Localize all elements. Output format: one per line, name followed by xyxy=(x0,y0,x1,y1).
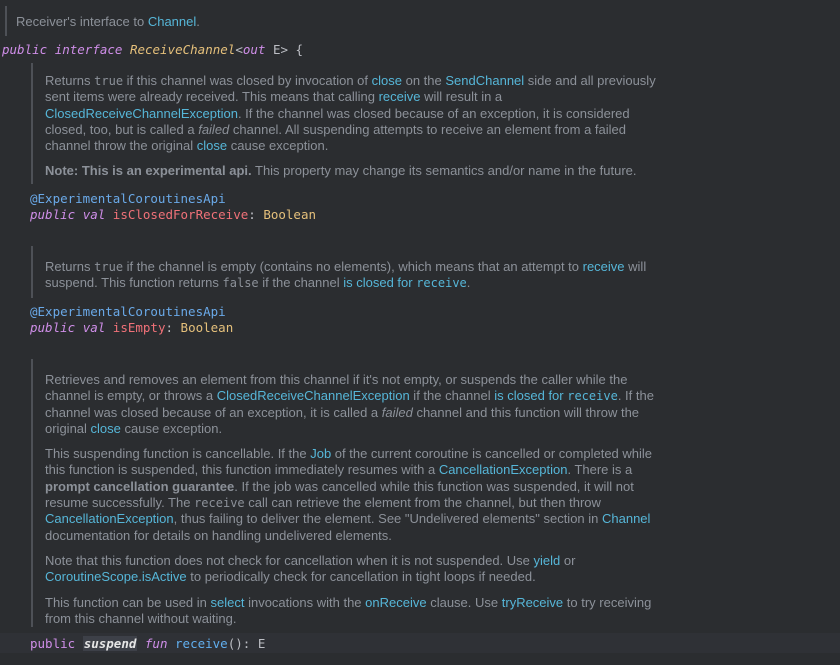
cancellation-exception-link[interactable]: CancellationException xyxy=(439,462,568,477)
receive-link[interactable]: receive xyxy=(583,259,625,274)
close-link[interactable]: close xyxy=(91,421,121,436)
interface-name[interactable]: ReceiveChannel xyxy=(130,42,235,57)
close-link[interactable]: close xyxy=(197,138,227,153)
close-link[interactable]: close xyxy=(372,73,402,88)
coroutine-scope-is-active-link[interactable]: CoroutineScope.isActive xyxy=(45,569,187,584)
channel-link[interactable]: Channel xyxy=(602,511,650,526)
select-link[interactable]: select xyxy=(211,595,245,610)
try-receive-link[interactable]: tryReceive xyxy=(502,595,563,610)
boolean-type[interactable]: Boolean xyxy=(263,207,316,222)
receive-signature: public suspend fun receive(): E xyxy=(30,636,266,651)
receive-function-name[interactable]: receive xyxy=(175,636,228,651)
is-empty-doc: Returns true if the channel is empty (co… xyxy=(31,246,671,298)
is-closed-for-receive-link[interactable]: is closed for receive xyxy=(343,275,467,290)
experimental-annotation[interactable]: @ExperimentalCoroutinesApi xyxy=(30,304,226,319)
is-closed-for-receive-name[interactable]: isClosedForReceive xyxy=(113,207,248,222)
boolean-type[interactable]: Boolean xyxy=(181,320,234,335)
is-empty-signature: @ExperimentalCoroutinesApi public val is… xyxy=(30,304,234,335)
closed-receive-channel-exception-link[interactable]: ClosedReceiveChannelException xyxy=(217,388,410,403)
is-closed-for-receive-signature: @ExperimentalCoroutinesApi public val is… xyxy=(30,191,317,222)
receive-doc: Retrieves and removes an element from th… xyxy=(31,359,671,627)
send-channel-link[interactable]: SendChannel xyxy=(445,73,524,88)
is-closed-for-receive-link[interactable]: is closed for receive xyxy=(494,388,618,403)
yield-link[interactable]: yield xyxy=(534,553,561,568)
suspend-keyword[interactable]: suspend xyxy=(82,636,138,651)
on-receive-link[interactable]: onReceive xyxy=(365,595,426,610)
receive-link[interactable]: receive xyxy=(379,89,421,104)
interface-declaration: public interface ReceiveChannel<out E> { xyxy=(2,42,304,57)
interface-doc: Receiver's interface to Channel. xyxy=(5,6,825,36)
experimental-annotation[interactable]: @ExperimentalCoroutinesApi xyxy=(30,191,226,206)
is-closed-for-receive-doc: Returns true if this channel was closed … xyxy=(31,63,671,184)
return-type[interactable]: E xyxy=(258,636,266,651)
cancellation-exception-link[interactable]: CancellationException xyxy=(45,511,174,526)
closed-receive-channel-exception-link[interactable]: ClosedReceiveChannelException xyxy=(45,106,238,121)
channel-link[interactable]: Channel xyxy=(148,14,196,29)
is-empty-name[interactable]: isEmpty xyxy=(113,320,166,335)
job-link[interactable]: Job xyxy=(310,446,331,461)
